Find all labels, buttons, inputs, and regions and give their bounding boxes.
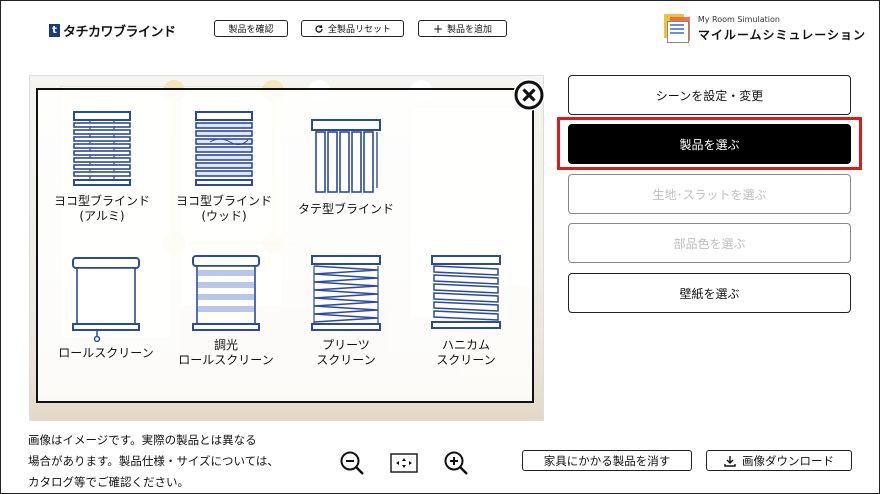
product-label-line2: (ウッド) xyxy=(201,209,247,223)
product-label-line2: (アルミ) xyxy=(79,209,125,223)
scene-settings-button[interactable]: シーンを設定・変更 xyxy=(568,75,851,115)
app-brand: My Room Simulation マイルームシミュレーション xyxy=(662,12,866,43)
close-modal-button[interactable] xyxy=(513,79,545,111)
product-label-line1: タテ型ブラインド xyxy=(297,202,394,216)
choose-part-color-label: 部品色を選ぶ xyxy=(673,236,746,251)
room-simulation-icon xyxy=(662,12,692,43)
choose-product-button[interactable]: 製品を選ぶ xyxy=(568,124,851,164)
plus-icon: + xyxy=(432,21,444,36)
logo-mark-icon: t xyxy=(49,24,60,37)
download-image-label: 画像ダウンロード xyxy=(742,453,834,468)
zoom-out-button[interactable] xyxy=(338,449,366,481)
scene-settings-label: シーンを設定・変更 xyxy=(655,88,764,103)
product-label-line2: ロールスクリーン xyxy=(178,353,274,367)
product-vertical-blind[interactable]: タテ型ブラインド xyxy=(292,118,400,217)
download-image-button[interactable]: 画像ダウンロード xyxy=(706,450,852,471)
add-product-button[interactable]: + 製品を追加 xyxy=(418,20,507,37)
fit-to-screen-button[interactable] xyxy=(390,453,418,477)
disclaimer-line: カタログ等でご確認ください。 xyxy=(28,475,189,489)
disclaimer-line: 場合があります。製品仕様・サイズについては、 xyxy=(28,454,279,468)
fit-screen-icon xyxy=(390,453,418,473)
product-label-line1: ロールスクリーン xyxy=(58,346,154,360)
confirm-products-label: 製品を確認 xyxy=(228,25,274,35)
brand-subtitle: My Room Simulation xyxy=(697,15,780,24)
close-icon xyxy=(514,80,544,110)
brand-title: マイルームシミュレーション xyxy=(697,28,866,42)
product-label-line1: 調光 xyxy=(213,338,238,352)
choose-wallpaper-button[interactable]: 壁紙を選ぶ xyxy=(568,273,851,313)
pleated-screen-icon xyxy=(311,255,381,331)
product-pleated-screen[interactable]: プリーツ スクリーン xyxy=(292,254,400,368)
product-horizontal-blind-aluminum[interactable]: ヨコ型ブラインド (アルミ) xyxy=(48,110,156,224)
choose-wallpaper-label: 壁紙を選ぶ xyxy=(679,286,740,301)
reset-all-button[interactable]: 全製品リセット xyxy=(301,20,404,37)
product-roll-screen[interactable]: ロールスクリーン xyxy=(50,256,162,361)
brand-logo[interactable]: t タチカワブラインド xyxy=(49,21,176,40)
product-label-line2: スクリーン xyxy=(436,353,496,367)
remove-furniture-products-button[interactable]: 家具にかかる製品を消す xyxy=(522,450,692,471)
disclaimer-line: 画像はイメージです。実際の製品とは異なる xyxy=(28,433,257,447)
roll-screen-icon xyxy=(72,257,140,342)
wood-blind-icon xyxy=(195,111,253,186)
product-label-line1: ヨコ型ブラインド xyxy=(53,194,150,208)
horizontal-blind-icon xyxy=(73,111,131,186)
product-honeycomb-screen[interactable]: ハニカム スクリーン xyxy=(412,254,520,368)
product-label-line1: プリーツ xyxy=(322,338,370,352)
download-icon xyxy=(724,455,736,467)
dimming-roll-screen-icon xyxy=(192,255,260,331)
honeycomb-screen-icon xyxy=(431,255,501,329)
product-label-line1: ヨコ型ブラインド xyxy=(175,194,272,208)
vertical-blind-icon xyxy=(311,119,381,193)
product-horizontal-blind-wood[interactable]: ヨコ型ブラインド (ウッド) xyxy=(170,110,278,224)
choose-part-color-button[interactable]: 部品色を選ぶ xyxy=(568,223,851,263)
zoom-in-button[interactable] xyxy=(442,449,470,481)
zoom-in-icon xyxy=(444,451,468,475)
logo-text: タチカワブラインド xyxy=(63,25,176,40)
choose-fabric-label: 生地･スラットを選ぶ xyxy=(652,187,767,202)
reset-all-label: 全製品リセット xyxy=(327,25,391,35)
choose-product-label: 製品を選ぶ xyxy=(679,137,740,152)
add-product-label: 製品を追加 xyxy=(447,25,493,35)
confirm-products-button[interactable]: 製品を確認 xyxy=(214,20,288,37)
product-label-line1: ハニカム xyxy=(441,338,490,352)
product-dimming-roll-screen[interactable]: 調光 ロールスクリーン xyxy=(170,254,282,368)
zoom-out-icon xyxy=(340,451,364,475)
disclaimer-note: 画像はイメージです。実際の製品とは異なる 場合があります。製品仕様・サイズについ… xyxy=(28,430,308,493)
product-label-line2: スクリーン xyxy=(316,353,376,367)
choose-fabric-button[interactable]: 生地･スラットを選ぶ xyxy=(568,174,851,214)
reset-icon xyxy=(315,24,323,33)
remove-furniture-label: 家具にかかる製品を消す xyxy=(543,453,671,468)
